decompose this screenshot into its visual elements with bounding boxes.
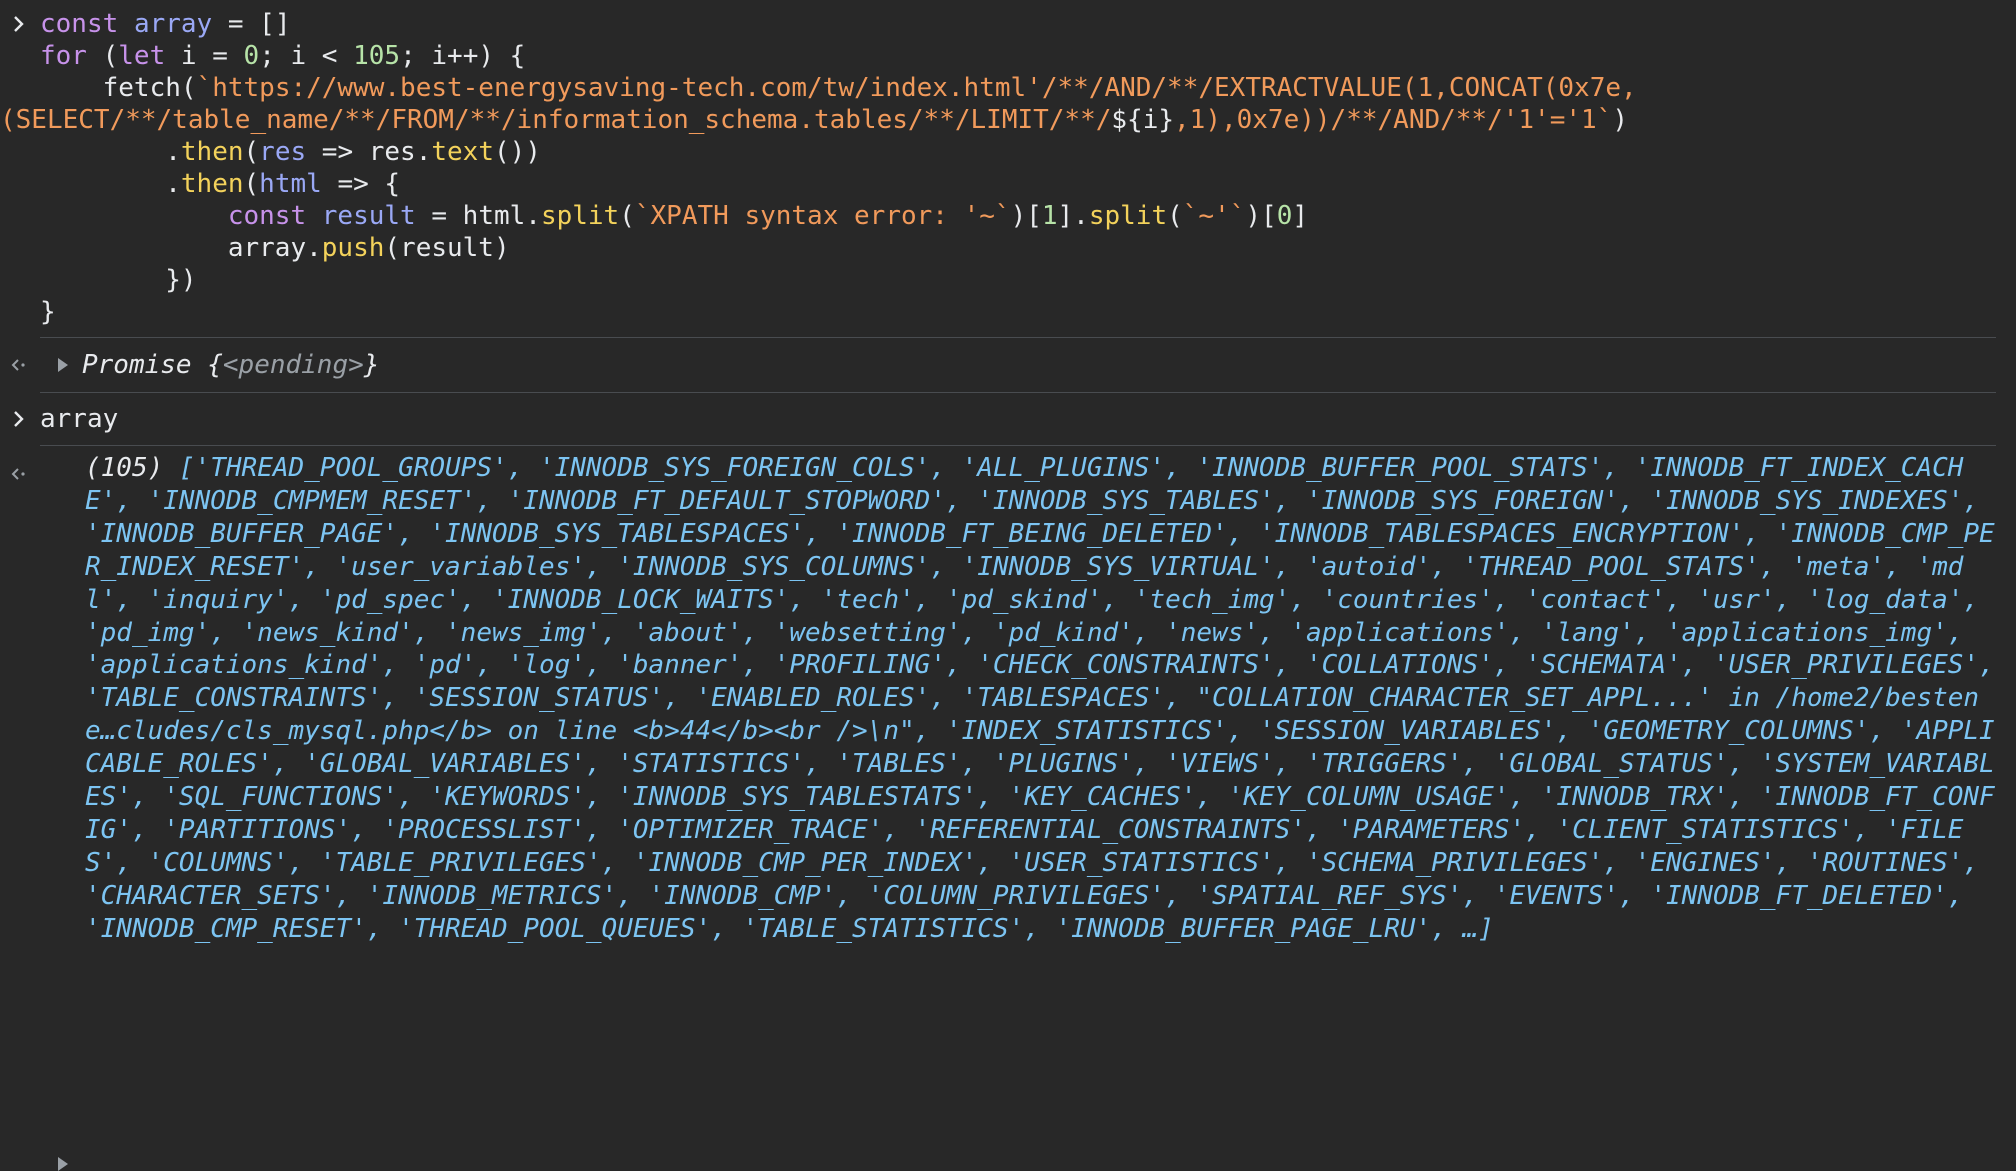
console-input-array[interactable]: array [0, 393, 2016, 445]
code-line-7: const result = html.split(`XPATH syntax … [227, 201, 1309, 231]
code-line-10: } [40, 297, 56, 327]
code-line-5: .then(res => res.text()) [40, 137, 541, 167]
return-arrow-icon [8, 349, 30, 381]
console-output-array[interactable]: (105) ['THREAD_POOL_GROUPS', 'INNODB_SYS… [0, 446, 2016, 1171]
chevron-right-icon [8, 403, 30, 435]
chevron-right-icon [8, 8, 30, 40]
array-preview: (105) ['THREAD_POOL_GROUPS', 'INNODB_SYS… [85, 452, 1996, 946]
code-line-8: array.push(result) [40, 233, 510, 263]
code-line-1: const array = [] [40, 9, 291, 39]
console-input-code[interactable]: const array = [] for (let i = 0; i < 105… [0, 0, 2016, 328]
devtools-console: const array = [] for (let i = 0; i < 105… [0, 0, 2016, 1171]
array-count: (105) [85, 453, 179, 483]
array-items: ['THREAD_POOL_GROUPS', 'INNODB_SYS_FOREI… [85, 453, 2011, 944]
code-line-3: fetch(`https://www.best-energysaving-tec… [40, 73, 1637, 103]
input-array-text: array [40, 404, 119, 434]
triangle-right-icon[interactable] [58, 1157, 68, 1171]
code-line-6: .then(html => { [40, 169, 401, 199]
promise-label: Promise {<pending>} [82, 350, 380, 380]
console-output-promise[interactable]: Promise {<pending>} [0, 338, 2016, 392]
return-arrow-icon [8, 458, 30, 490]
code-line-9: }) [40, 265, 197, 295]
code-line-4: (SELECT/**/table_name/**/FROM/**/informa… [0, 105, 1628, 135]
triangle-right-icon[interactable] [58, 358, 68, 372]
code-line-2: for (let i = 0; i < 105; i++) { [40, 41, 526, 71]
